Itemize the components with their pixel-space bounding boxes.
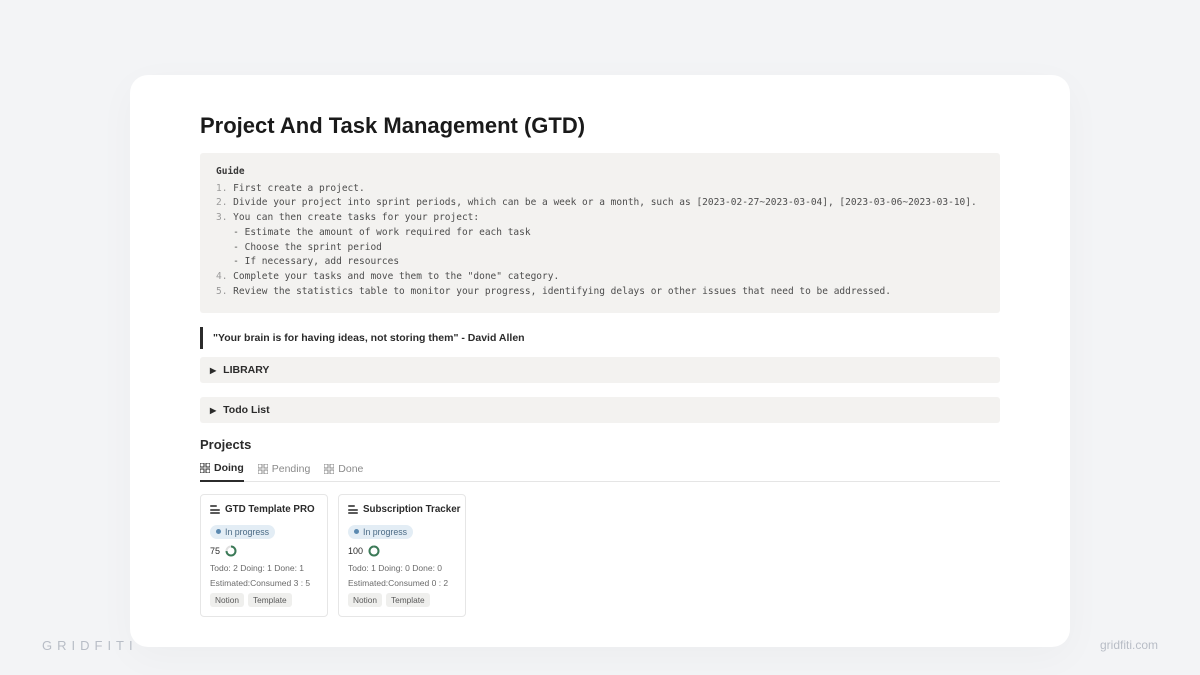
page-title: Project And Task Management (GTD) (200, 113, 1000, 139)
guide-line: 5. Review the statistics table to monito… (216, 285, 984, 300)
chevron-right-icon: ▶ (210, 406, 216, 415)
board-icon (324, 464, 334, 474)
footer-brand: GRIDFITI (42, 638, 138, 653)
chevron-right-icon: ▶ (210, 366, 216, 375)
project-card-header: Subscription Tracker (348, 504, 456, 515)
status-label: In progress (225, 527, 269, 537)
progress-row: 100 (348, 545, 456, 557)
tab-doing[interactable]: Doing (200, 462, 244, 482)
tab-done[interactable]: Done (324, 462, 363, 481)
tab-label: Doing (214, 462, 244, 474)
guide-box: Guide 1. First create a project. 2. Divi… (200, 153, 1000, 313)
guide-subline: - If necessary, add resources (216, 255, 984, 270)
tab-pending[interactable]: Pending (258, 462, 311, 481)
guide-heading: Guide (216, 165, 984, 180)
project-card[interactable]: GTD Template PRO In progress 75 Todo: 2 … (200, 494, 328, 617)
tag: Notion (210, 593, 244, 607)
project-meta-ratio: Estimated:Consumed 0 : 2 (348, 578, 456, 588)
page-footer: GRIDFITI gridfiti.com (0, 638, 1200, 653)
tag-row: Notion Template (210, 593, 318, 607)
project-meta-ratio: Estimated:Consumed 3 : 5 (210, 578, 318, 588)
progress-ring-icon (225, 545, 237, 557)
progress-ring-icon (368, 545, 380, 557)
guide-line: 2. Divide your project into sprint perio… (216, 196, 984, 211)
tag: Notion (348, 593, 382, 607)
status-badge: In progress (210, 525, 275, 539)
progress-value: 75 (210, 546, 220, 556)
guide-line: 3. You can then create tasks for your pr… (216, 211, 984, 226)
toggle-label: LIBRARY (223, 364, 269, 376)
project-card[interactable]: Subscription Tracker In progress 100 Tod… (338, 494, 466, 617)
board-icon (258, 464, 268, 474)
board-icon (200, 463, 210, 473)
progress-row: 75 (210, 545, 318, 557)
status-badge: In progress (348, 525, 413, 539)
project-title: Subscription Tracker (363, 504, 460, 515)
progress-value: 100 (348, 546, 363, 556)
guide-subline: - Estimate the amount of work required f… (216, 226, 984, 241)
page-icon (210, 505, 220, 514)
footer-url: gridfiti.com (1100, 638, 1158, 653)
toggle-todo[interactable]: ▶ Todo List (200, 397, 1000, 423)
status-label: In progress (363, 527, 407, 537)
tag: Template (386, 593, 430, 607)
tab-label: Pending (272, 463, 311, 475)
status-dot-icon (354, 529, 359, 534)
projects-tabs: Doing Pending Done (200, 462, 1000, 482)
page-card: Project And Task Management (GTD) Guide … (130, 75, 1070, 647)
project-card-header: GTD Template PRO (210, 504, 318, 515)
guide-subline: - Choose the sprint period (216, 241, 984, 256)
toggle-label: Todo List (223, 404, 269, 416)
tab-label: Done (338, 463, 363, 475)
project-meta-counts: Todo: 2 Doing: 1 Done: 1 (210, 563, 318, 573)
quote-callout: "Your brain is for having ideas, not sto… (200, 327, 1000, 349)
project-cards-row: GTD Template PRO In progress 75 Todo: 2 … (200, 494, 1000, 617)
guide-line: 4. Complete your tasks and move them to … (216, 270, 984, 285)
tag-row: Notion Template (348, 593, 456, 607)
project-title: GTD Template PRO (225, 504, 315, 515)
guide-line: 1. First create a project. (216, 182, 984, 197)
status-dot-icon (216, 529, 221, 534)
project-meta-counts: Todo: 1 Doing: 0 Done: 0 (348, 563, 456, 573)
tag: Template (248, 593, 292, 607)
toggle-library[interactable]: ▶ LIBRARY (200, 357, 1000, 383)
page-icon (348, 505, 358, 514)
projects-heading: Projects (200, 437, 1000, 452)
